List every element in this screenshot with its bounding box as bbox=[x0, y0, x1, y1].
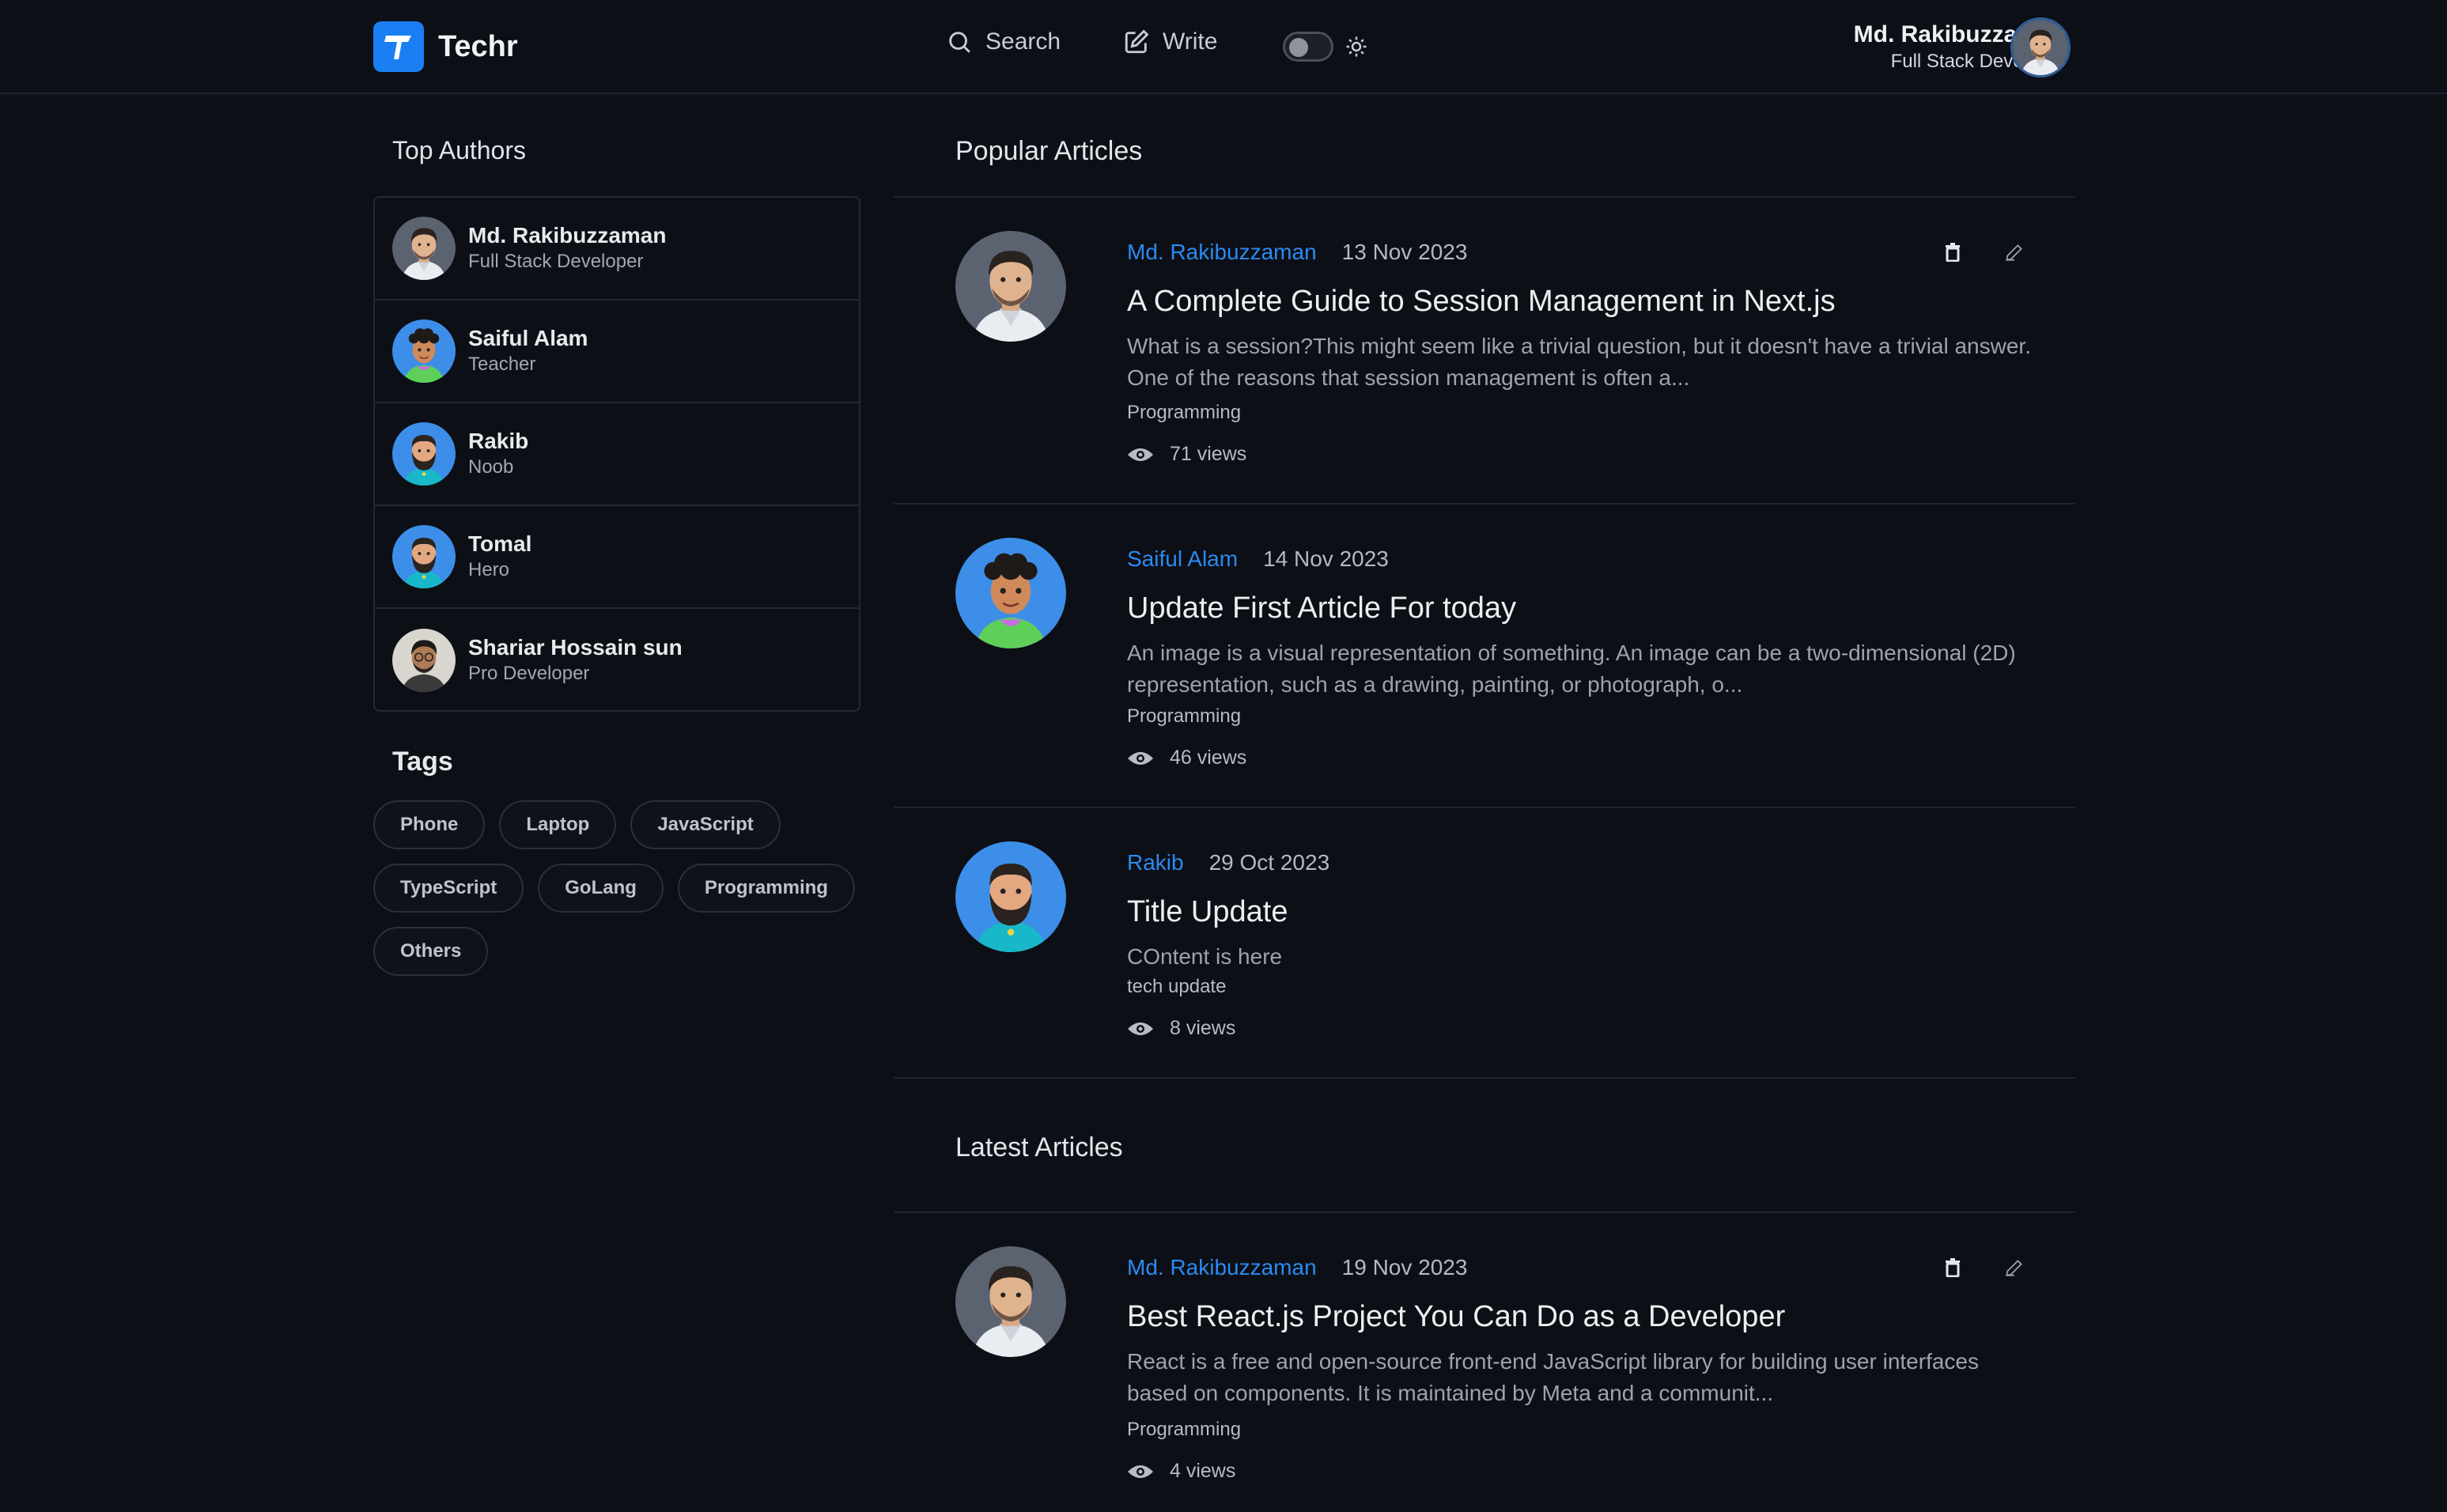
tags-heading: Tags bbox=[392, 747, 453, 777]
article-date: 29 Oct 2023 bbox=[1208, 850, 1330, 875]
article-title[interactable]: Best React.js Project You Can Do as a De… bbox=[1127, 1298, 1785, 1335]
article-excerpt: An image is a visual representation of s… bbox=[1127, 641, 2016, 697]
edit-button[interactable] bbox=[2001, 239, 2028, 266]
tag-typescript[interactable]: TypeScript bbox=[373, 864, 524, 913]
user-avatar[interactable] bbox=[2010, 17, 2071, 77]
author-role: Full Stack Developer bbox=[468, 251, 644, 272]
article-date: 19 Nov 2023 bbox=[1341, 1255, 1468, 1280]
avatar bbox=[392, 319, 456, 383]
author-name: Rakib bbox=[468, 429, 529, 453]
trash-icon bbox=[1946, 243, 1960, 262]
avatar bbox=[392, 629, 456, 692]
popular-articles-heading: Popular Articles bbox=[955, 136, 1143, 166]
article-card[interactable]: Md. Rakibuzzaman 19 Nov 2023 Best React.j… bbox=[894, 1213, 2075, 1512]
article-category: Programming bbox=[1127, 1419, 1242, 1440]
eye-icon bbox=[1128, 448, 1153, 461]
sun-icon bbox=[1346, 36, 1367, 57]
article-title[interactable]: Update First Article For today bbox=[1127, 590, 1516, 626]
avatar[interactable] bbox=[955, 1246, 1066, 1357]
article-author-link[interactable]: Saiful Alam bbox=[1127, 546, 1238, 573]
author-name: Tomal bbox=[468, 531, 532, 556]
avatar bbox=[392, 217, 456, 280]
article-title[interactable]: A Complete Guide to Session Management i… bbox=[1127, 283, 1836, 319]
edit-icon bbox=[1125, 29, 1149, 54]
top-authors-list: Md. Rakibuzzaman Full Stack Developer Sai… bbox=[373, 196, 860, 712]
search-label: Search bbox=[985, 28, 1061, 55]
tag-others[interactable]: Others bbox=[373, 927, 489, 976]
article-views: 8 views bbox=[1170, 1017, 1236, 1039]
eye-icon bbox=[1128, 1465, 1153, 1478]
article-category: Programming bbox=[1127, 402, 1242, 423]
pencil-icon bbox=[2006, 1260, 2022, 1276]
article-category: Programming bbox=[1127, 705, 1242, 727]
author-name: Md. Rakibuzzaman bbox=[468, 223, 667, 248]
divider bbox=[894, 1077, 2075, 1079]
write-label: Write bbox=[1163, 28, 1218, 55]
tag-phone[interactable]: Phone bbox=[373, 800, 486, 849]
author-role: Teacher bbox=[468, 353, 536, 375]
author-item[interactable]: Tomal Hero bbox=[375, 506, 859, 609]
delete-button[interactable] bbox=[1939, 239, 1966, 266]
article-views: 46 views bbox=[1170, 747, 1247, 769]
trash-icon bbox=[1946, 1258, 1960, 1277]
article-author-link[interactable]: Rakib bbox=[1127, 849, 1184, 876]
tag-programming[interactable]: Programming bbox=[677, 864, 855, 913]
tag-javascript[interactable]: JavaScript bbox=[630, 800, 781, 849]
author-name: Saiful Alam bbox=[468, 326, 588, 350]
author-role: Pro Developer bbox=[468, 663, 590, 684]
write-button[interactable]: Write bbox=[1123, 28, 1217, 55]
author-role: Noob bbox=[468, 456, 514, 478]
article-author-link[interactable]: Md. Rakibuzzaman bbox=[1127, 1254, 1317, 1281]
eye-icon bbox=[1128, 751, 1153, 765]
article-card[interactable]: Saiful Alam 14 Nov 2023 Update First Arti… bbox=[894, 505, 2075, 807]
article-card[interactable]: Md. Rakibuzzaman 13 Nov 2023 A Complete G… bbox=[894, 198, 2075, 503]
article-views: 4 views bbox=[1170, 1460, 1236, 1482]
article-views: 71 views bbox=[1170, 443, 1247, 465]
article-author-link[interactable]: Md. Rakibuzzaman bbox=[1127, 239, 1317, 266]
latest-articles-heading: Latest Articles bbox=[955, 1132, 1123, 1162]
avatar[interactable] bbox=[955, 841, 1066, 952]
tags-list: Phone Laptop JavaScript TypeScript GoLan… bbox=[373, 800, 879, 976]
avatar[interactable] bbox=[955, 538, 1066, 648]
article-date: 14 Nov 2023 bbox=[1263, 546, 1389, 571]
top-navbar: Techr Search Write Md. Rakibuzzaman Full… bbox=[0, 0, 2447, 94]
top-authors-heading: Top Authors bbox=[392, 136, 526, 164]
brand-logo[interactable]: Techr bbox=[373, 21, 518, 72]
article-excerpt: COntent is here bbox=[1127, 944, 1283, 969]
delete-button[interactable] bbox=[1939, 1254, 1966, 1281]
edit-button[interactable] bbox=[2001, 1254, 2028, 1281]
eye-icon bbox=[1128, 1022, 1153, 1035]
avatar bbox=[392, 422, 456, 486]
brand-name: Techr bbox=[438, 29, 518, 63]
avatar bbox=[392, 525, 456, 588]
author-name: Shariar Hossain sun bbox=[468, 635, 683, 660]
article-excerpt: What is a session?This might seem like a… bbox=[1127, 334, 2031, 390]
author-role: Hero bbox=[468, 559, 510, 580]
pencil-icon bbox=[2006, 244, 2022, 261]
author-item[interactable]: Rakib Noob bbox=[375, 403, 859, 506]
toggle-knob bbox=[1289, 38, 1308, 57]
article-card[interactable]: Rakib 29 Oct 2023 Title Update COntent is… bbox=[894, 808, 2075, 1077]
tag-laptop[interactable]: Laptop bbox=[499, 800, 617, 849]
article-category: tech update bbox=[1127, 976, 1227, 997]
author-item[interactable]: Saiful Alam Teacher bbox=[375, 301, 859, 403]
techr-logo-icon bbox=[373, 21, 424, 72]
author-item[interactable]: Md. Rakibuzzaman Full Stack Developer bbox=[375, 198, 859, 301]
tag-golang[interactable]: GoLang bbox=[538, 864, 664, 913]
article-date: 13 Nov 2023 bbox=[1341, 240, 1468, 264]
search-icon bbox=[949, 32, 970, 53]
author-item[interactable]: Shariar Hossain sun Pro Developer bbox=[375, 609, 859, 710]
search-button[interactable]: Search bbox=[946, 28, 1061, 55]
article-excerpt: React is a free and open-source front-en… bbox=[1127, 1349, 1979, 1405]
avatar[interactable] bbox=[955, 231, 1066, 342]
theme-toggle[interactable] bbox=[1283, 32, 1333, 62]
article-title[interactable]: Title Update bbox=[1127, 894, 1288, 930]
